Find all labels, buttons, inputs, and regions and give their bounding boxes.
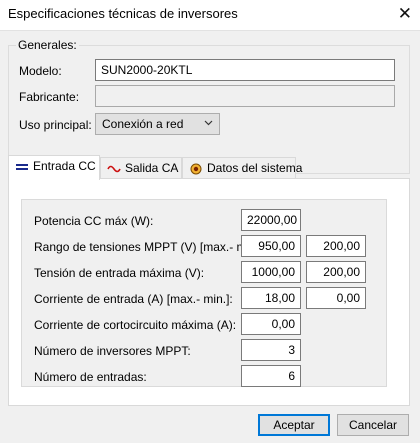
tension-minima-field[interactable]: 200,00	[306, 261, 366, 283]
tension-maxima-field[interactable]: 1000,00	[241, 261, 301, 283]
chevron-down-icon	[204, 120, 213, 126]
dc-icon	[16, 163, 28, 170]
aceptar-button[interactable]: Aceptar	[258, 414, 330, 436]
numero-entradas-label: Número de entradas:	[34, 370, 147, 384]
uso-principal-select[interactable]: Conexión a red	[95, 113, 220, 135]
potencia-cc-field[interactable]: 22000,00	[241, 209, 301, 231]
inversores-mppt-label: Número de inversores MPPT:	[34, 344, 191, 358]
modelo-label: Modelo:	[19, 64, 62, 78]
tab-label: Entrada CC	[33, 159, 96, 173]
tension-maxima-label: Tensión de entrada máxima (V):	[34, 266, 205, 280]
uso-principal-value: Conexión a red	[102, 117, 184, 131]
uso-principal-label: Uso principal:	[19, 118, 92, 132]
tab-label: Salida CA	[125, 161, 179, 175]
fabricante-label: Fabricante:	[19, 90, 80, 104]
entrada-cc-group: Potencia CC máx (W): 22000,00 Rango de t…	[21, 199, 387, 387]
window-title: Especificaciones técnicas de inversores	[8, 6, 238, 21]
corriente-cortocircuito-label: Corriente de cortocircuito máxima (A):	[34, 318, 237, 332]
rango-mppt-min-field[interactable]: 200,00	[306, 235, 366, 257]
rango-mppt-label: Rango de tensiones MPPT (V) [max.- min.	[34, 240, 260, 254]
generales-legend: Generales:	[16, 38, 79, 52]
corriente-cortocircuito-field[interactable]: 0,00	[241, 313, 301, 335]
tab-datos-sistema[interactable]: Datos del sistema	[182, 157, 302, 178]
inversores-mppt-field[interactable]: 3	[241, 339, 301, 361]
tab-panel-entrada-cc: Potencia CC máx (W): 22000,00 Rango de t…	[8, 178, 410, 406]
corriente-entrada-min-field[interactable]: 0,00	[306, 287, 366, 309]
fabricante-field[interactable]	[95, 85, 395, 107]
tab-salida-ca[interactable]: Salida CA	[100, 157, 182, 178]
cancelar-button[interactable]: Cancelar	[337, 414, 409, 436]
modelo-field[interactable]: SUN2000-20KTL	[95, 59, 395, 81]
tab-entrada-cc[interactable]: Entrada CC	[8, 155, 100, 180]
dialog-body: Generales: Modelo: SUN2000-20KTL Fabrica…	[0, 30, 420, 443]
close-icon[interactable]: ✕	[398, 4, 412, 24]
tab-label: Datos del sistema	[207, 161, 303, 175]
numero-entradas-field[interactable]: 6	[241, 365, 301, 387]
potencia-cc-label: Potencia CC máx (W):	[34, 214, 154, 228]
corriente-entrada-max-field[interactable]: 18,00	[241, 287, 301, 309]
title-bar: Especificaciones técnicas de inversores …	[0, 0, 420, 30]
ac-wave-icon	[107, 165, 121, 173]
rango-mppt-max-field[interactable]: 950,00	[241, 235, 301, 257]
corriente-entrada-label: Corriente de entrada (A) [max.- min.]:	[34, 292, 233, 306]
system-data-icon	[190, 163, 202, 175]
